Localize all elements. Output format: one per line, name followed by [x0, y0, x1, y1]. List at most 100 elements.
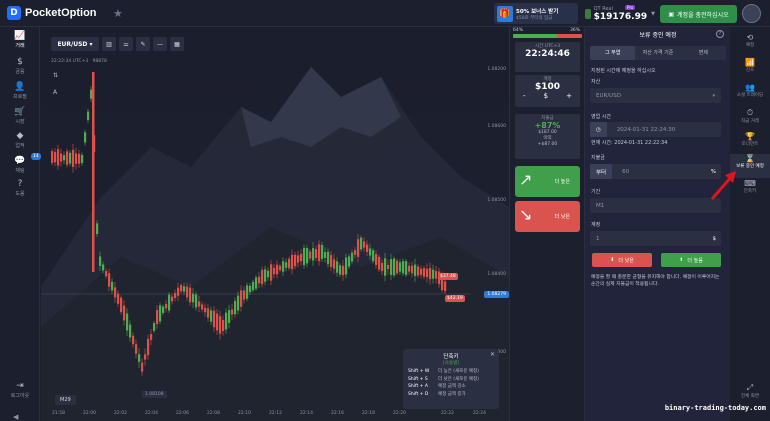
x-axis: 21:58 22:00 22:02 22:04 22:06 22:08 22:1… [41, 411, 509, 421]
candle-body [219, 316, 222, 334]
time-selector[interactable]: 시간 UTC+3 22:24:46 [515, 42, 580, 72]
candle-body [267, 270, 270, 278]
candle-body [255, 277, 258, 289]
nav-label: 시장 [15, 119, 25, 125]
dollar-icon[interactable]: $ [544, 92, 548, 100]
nav-tournaments[interactable]: 🏆 토너먼트 [730, 132, 770, 147]
candle-body [177, 287, 180, 296]
price-chart[interactable]: EUR/USD ▾ ▥ ⚌ ✎ — ▦ 22:22:34 UTC+3 98878… [41, 27, 509, 421]
account-selector[interactable]: QT Real $19176.99 Pro ▼ [585, 3, 655, 24]
payout-input[interactable]: 부터 60% [590, 164, 721, 179]
topup-button[interactable]: ▣ 계정을 충전하십시오 [660, 5, 737, 23]
nav-market[interactable]: 🛒 시장 [0, 107, 40, 125]
sentiment-up-fill [513, 34, 558, 38]
text-tool-icon[interactable]: A [53, 89, 63, 99]
wallet-icon: ▣ [668, 10, 675, 18]
plus-icon[interactable]: + [566, 92, 572, 100]
draw-button[interactable]: ✎ [136, 37, 150, 51]
favorite-star-icon[interactable]: ★ [113, 7, 123, 20]
nav-label: 소셜 트레이딩 [736, 93, 764, 98]
logo-icon: D [7, 6, 21, 20]
candle-body [66, 151, 69, 165]
tab-time[interactable]: 그 무엽 [590, 46, 636, 60]
timeframe-button[interactable]: ▥ [102, 37, 116, 51]
nav-profile[interactable]: 👤 프로필 [0, 82, 40, 100]
candle-body [387, 264, 390, 270]
nav-signals[interactable]: 📶 신호 [730, 58, 770, 73]
candle-body [138, 354, 141, 362]
candle-body [312, 248, 315, 261]
candle-body [420, 268, 423, 275]
asset-selector[interactable]: EUR/USD ▾ [51, 37, 99, 51]
nav-express[interactable]: ⏱ 직급 거래 [730, 108, 770, 124]
buy-up-button[interactable]: ↗ 더 높은 [515, 166, 580, 197]
nav-social-trading[interactable]: 👥 소셜 트레이딩 [730, 83, 770, 98]
candle-body [270, 264, 273, 281]
candle-body [114, 287, 117, 298]
collapse-icon[interactable]: ◀ [13, 413, 18, 421]
minus-icon[interactable]: - [523, 92, 526, 100]
nav-trade[interactable]: 📈 거래 [0, 31, 40, 49]
pending-down-button[interactable]: ⬇ 더 낮은 [592, 253, 652, 267]
candle-body [414, 264, 417, 276]
layout-button[interactable]: ▦ [170, 37, 184, 51]
period-input[interactable]: M1 [590, 198, 721, 213]
nav-fullscreen[interactable]: ⤢ 전체 화면 [730, 383, 770, 399]
candle-body [339, 265, 342, 275]
pending-up-button[interactable]: ⬆ 더 높음 [661, 253, 721, 267]
payout-percent: +87% [534, 121, 561, 130]
nav-finance[interactable]: $ 금융 [0, 57, 40, 75]
nav-help[interactable]: ? 도움 [0, 179, 40, 197]
candle-body [276, 264, 279, 275]
nav-trades[interactable]: ⟲ 예정 [730, 33, 770, 48]
amount-input[interactable]: 1 $ [590, 231, 721, 246]
shortcuts-howto-link[interactable]: [사용법] [408, 360, 494, 366]
amount-field-label: 계정 [591, 222, 601, 228]
indicators-button[interactable]: ⚌ [119, 37, 133, 51]
candle-body [189, 287, 192, 303]
candle-body [435, 271, 438, 279]
avatar[interactable] [742, 4, 761, 23]
candle-body [198, 301, 201, 307]
amount-selector[interactable]: 계정 $100 - $ + [515, 75, 580, 107]
candle-body [426, 268, 429, 278]
chart-icon: 📈 [14, 31, 26, 41]
candle-body [369, 248, 372, 256]
zoom-icon[interactable]: ⇅ [53, 72, 63, 82]
bonus-banner[interactable]: 🎁 50% 보너스 받기 $50로 부터의 입금 [494, 3, 578, 24]
person-icon: 👤 [14, 82, 26, 92]
trade-panel: 64% 36% 시간 UTC+3 22:24:46 계정 $100 - $ + 지불… [509, 27, 584, 421]
candle-body [288, 258, 291, 269]
tab-price[interactable]: 자산 가격 기준 [635, 46, 680, 60]
nav-label: 프로필 [13, 94, 27, 100]
nav-logout[interactable]: ⇥ 로그아웃 [0, 381, 40, 399]
close-icon[interactable]: ✕ [490, 351, 495, 358]
open-time-label: 영업 시간 [591, 114, 611, 120]
sell-down-button[interactable]: ↘ 더 낮은 [515, 201, 580, 232]
candle-body [429, 267, 432, 280]
line-button[interactable]: — [153, 37, 167, 51]
candle-body [228, 310, 231, 323]
help-icon[interactable]: ? [716, 30, 724, 38]
candle-body [306, 248, 309, 264]
candle-body [92, 72, 95, 272]
candle-body [252, 281, 255, 291]
period-label: 기간 [591, 189, 601, 195]
brand-logo[interactable]: D PocketOption [7, 6, 97, 20]
candle-body [264, 269, 267, 282]
nav-label: 신호 [745, 68, 755, 73]
candle-body [345, 257, 348, 275]
nav-achievements[interactable]: ◆ 업적 [0, 131, 40, 149]
candle-body [84, 132, 87, 143]
candle-body [378, 256, 381, 270]
candle-body [171, 296, 174, 302]
open-time-input[interactable]: ◷ 2024-01-31 22:24:30 [590, 122, 721, 137]
asset-select[interactable]: EUR/USD ▾ [590, 88, 721, 103]
candle-body [201, 304, 204, 310]
now-value: 2024-01-31 22:22:34 [614, 140, 668, 146]
brand-name: PocketOption [25, 7, 97, 19]
tab-exempt[interactable]: 면제 [681, 46, 726, 60]
payout-input-value: 60 [622, 168, 630, 175]
nav-label: 업적 [15, 143, 25, 149]
asset-select-value: EUR/USD [596, 92, 621, 99]
